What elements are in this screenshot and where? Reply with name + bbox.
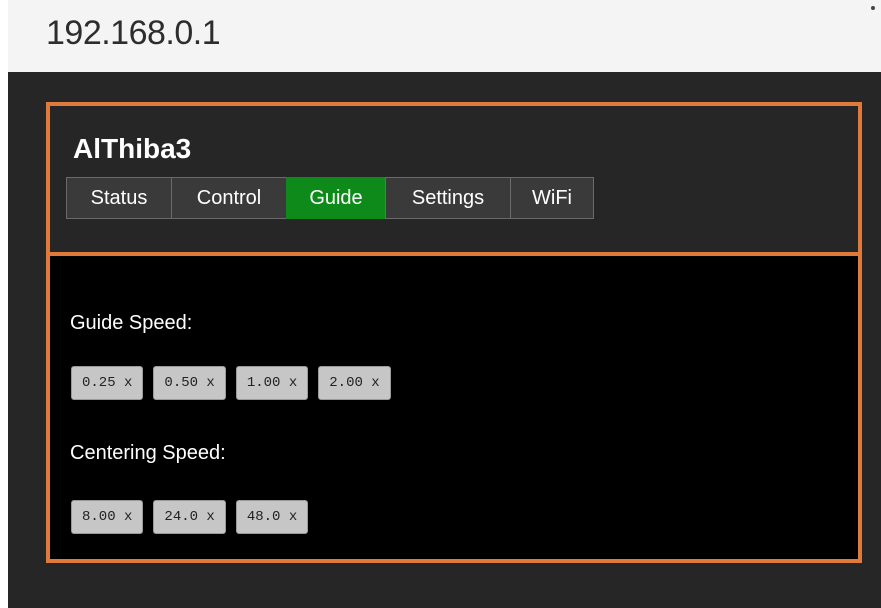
tab-settings[interactable]: Settings (385, 177, 511, 219)
menu-dot-icon (871, 6, 875, 10)
guide-speed-1.00-button[interactable]: 1.00 x (235, 366, 309, 400)
address-text[interactable]: 192.168.0.1 (46, 14, 221, 53)
guide-speed-buttons: 0.25 x 0.50 x 1.00 x 2.00 x (71, 366, 391, 400)
centering-speed-24.0-button[interactable]: 24.0 x (153, 500, 226, 534)
guide-speed-0.25-button[interactable]: 0.25 x (71, 366, 144, 400)
tab-bar: Status Control Guide Settings WiFi (66, 177, 594, 219)
page-body: AlThiba3 Status Control Guide Settings W… (8, 72, 881, 608)
tab-wifi[interactable]: WiFi (510, 177, 594, 219)
address-bar[interactable]: 192.168.0.1 (8, 0, 881, 72)
guide-speed-0.50-button[interactable]: 0.50 x (153, 366, 226, 400)
centering-speed-label: Centering Speed: (70, 442, 226, 464)
header-panel: AlThiba3 Status Control Guide Settings W… (46, 102, 862, 256)
tab-status[interactable]: Status (66, 177, 172, 219)
guide-speed-label: Guide Speed: (70, 312, 193, 334)
centering-speed-48.0-button[interactable]: 48.0 x (235, 500, 309, 534)
tab-guide[interactable]: Guide (286, 177, 386, 219)
centering-speed-buttons: 8.00 x 24.0 x 48.0 x (71, 500, 309, 534)
centering-speed-8.00-button[interactable]: 8.00 x (71, 500, 144, 534)
tab-control[interactable]: Control (171, 177, 287, 219)
screen: 192.168.0.1 AlThiba3 Status Control Guid… (0, 0, 881, 608)
device-title: AlThiba3 (73, 133, 192, 164)
guide-panel: Guide Speed: 0.25 x 0.50 x 1.00 x 2.00 x… (46, 252, 862, 563)
guide-speed-2.00-button[interactable]: 2.00 x (318, 366, 391, 400)
